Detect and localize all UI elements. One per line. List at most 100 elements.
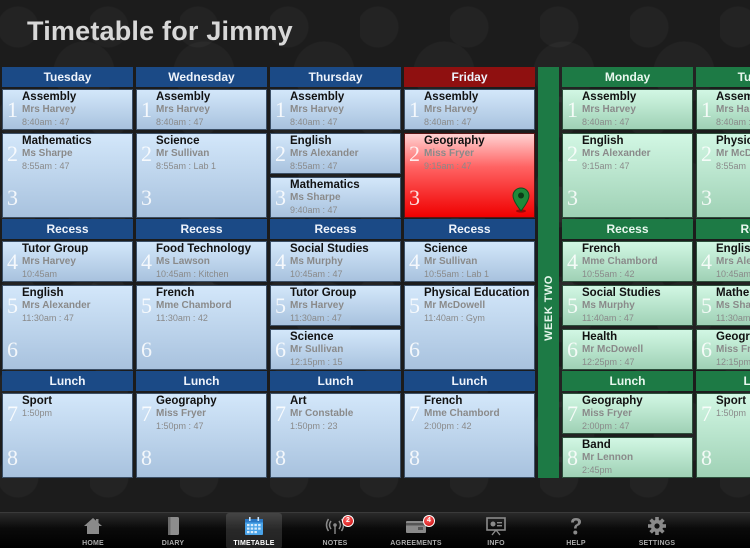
lesson-teacher: Miss Fryer <box>424 148 475 159</box>
lesson-cell[interactable]: 6 GeographyMiss Fryer 12:15pm <box>696 329 750 370</box>
lesson-cell[interactable]: 4 Tutor Group Mrs Harvey 10:45am <box>2 241 133 282</box>
lesson-cell[interactable]: 4 Food Technology Ms Lawson 10:45am : Kitch… <box>136 241 267 282</box>
lesson-cell[interactable]: 2 3 PhysicsMr McDowell 8:55am <box>696 133 750 218</box>
period-number: 6 <box>701 337 712 362</box>
lesson-cell[interactable]: 7 8 Sport 1:50pm <box>696 393 750 478</box>
tab-info[interactable]: INFO <box>468 513 524 548</box>
lunch-header: Lunch <box>270 371 401 391</box>
period-number: 2 <box>275 141 286 166</box>
lesson-time-room: 11:40am : 47 <box>582 313 634 323</box>
lesson-teacher: Mrs Harvey <box>582 104 636 115</box>
lesson-cell[interactable]: 2 3 English Mrs Alexander 9:15am : 47 <box>562 133 693 218</box>
lesson-cell[interactable]: 3 Mathematics Ms Sharpe 9:40am : 47 <box>270 177 401 218</box>
lesson-cell[interactable]: 5 Tutor Group Mrs Harvey 11:30am : 47 <box>270 285 401 326</box>
lunch-header: Lunch <box>696 371 750 391</box>
day-header[interactable]: Thursday <box>270 67 401 87</box>
lesson-cell[interactable]: 5 6 Physical Education Mr McDowell 11:40am :… <box>404 285 535 370</box>
period-number: 8 <box>701 445 712 470</box>
period-number: 7 <box>567 401 578 426</box>
lesson-cell[interactable]: 4 Social Studies Ms Murphy 10:45am : 47 <box>270 241 401 282</box>
lesson-cell[interactable]: 7 8 Geography Miss Fryer 1:50pm : 47 <box>136 393 267 478</box>
tab-label: NOTES <box>322 540 348 547</box>
lesson-time-room: 11:30am <box>716 313 750 323</box>
lesson-cell[interactable]: 8 Band Mr Lennon 2:45pm <box>562 437 693 478</box>
tab-label: DIARY <box>161 540 185 547</box>
lesson-cell[interactable]: 7 8 French Mme Chambord 2:00pm : 42 <box>404 393 535 478</box>
lesson-cell[interactable]: 2 3 Mathematics Ms Sharpe 8:55am : 47 <box>2 133 133 218</box>
day-header[interactable]: Friday <box>404 67 535 87</box>
lesson-subject: Health <box>582 331 618 343</box>
period-number: 3 <box>275 185 286 210</box>
lesson-subject: Geography <box>716 331 750 343</box>
lesson-cell[interactable]: 4 French Mme Chambord 10:55am : 42 <box>562 241 693 282</box>
lesson-cell[interactable]: 2 English Mrs Alexander 8:55am : 47 <box>270 133 401 174</box>
lesson-cell[interactable]: 4 Science Mr Sullivan 10:55am : Lab 1 <box>404 241 535 282</box>
period-number: 5 <box>141 293 152 318</box>
lesson-teacher: Mr McDowell <box>582 344 644 355</box>
lesson-time-room: 11:30am : 47 <box>290 313 342 323</box>
period-number: 7 <box>141 401 152 426</box>
lesson-teacher: Mrs Harvey <box>424 104 478 115</box>
period-number: 2 <box>7 141 18 166</box>
lesson-cell[interactable]: 1 AssemblyMrs Harvey 8:40am : 47 <box>696 89 750 130</box>
lesson-cell[interactable]: 6 Science Mr Sullivan 12:15pm : 15 <box>270 329 401 370</box>
lesson-cell[interactable]: 7 8 Sport 1:50pm <box>2 393 133 478</box>
tab-notes[interactable]: NOTES 2 <box>307 513 363 548</box>
lesson-time-room: 2:00pm : 47 <box>582 421 630 431</box>
day-header[interactable]: Wednesday <box>136 67 267 87</box>
period-number: 3 <box>409 185 420 210</box>
period-number: 5 <box>275 293 286 318</box>
day-header[interactable]: Tuesday <box>696 67 750 87</box>
period-number: 8 <box>7 445 18 470</box>
lesson-cell[interactable]: 5 MathematicsMs Sharpe 11:30am <box>696 285 750 326</box>
lesson-teacher: Mrs Alexander <box>22 300 91 311</box>
lesson-subject: Art <box>290 395 307 407</box>
period-number: 2 <box>567 141 578 166</box>
location-pin-icon[interactable] <box>512 187 530 213</box>
lesson-cell[interactable]: 5 6 English Mrs Alexander 11:30am : 47 <box>2 285 133 370</box>
lesson-cell[interactable]: 1 AssemblyMrs Harvey 8:40am : 47 <box>404 89 535 130</box>
period-number: 6 <box>409 337 420 362</box>
lesson-cell[interactable]: 6 Health Mr McDowell 12:25pm : 47 <box>562 329 693 370</box>
day-header[interactable]: Tuesday <box>2 67 133 87</box>
tab-diary[interactable]: DIARY <box>145 513 201 548</box>
lesson-teacher: Mrs Harvey <box>22 104 76 115</box>
lesson-cell[interactable]: 7 8 Art Mr Constable 1:50pm : 23 <box>270 393 401 478</box>
lesson-subject: Tutor Group <box>290 287 357 299</box>
lesson-cell[interactable]: 1 AssemblyMrs Harvey 8:40am : 47 <box>562 89 693 130</box>
tab-agreements[interactable]: AGREEMENTS 4 <box>388 513 444 548</box>
lesson-time-room: 10:45am : Kitchen <box>156 269 229 279</box>
lesson-cell[interactable]: 5 Social Studies Ms Murphy 11:40am : 47 <box>562 285 693 326</box>
question-icon <box>565 516 587 536</box>
notification-badge: 4 <box>423 515 435 527</box>
lesson-cell[interactable]: 1 AssemblyMrs Harvey 8:40am : 47 <box>2 89 133 130</box>
lesson-time-room: 8:40am : 47 <box>424 117 472 127</box>
period-number: 3 <box>7 185 18 210</box>
tab-help[interactable]: HELP <box>548 513 604 548</box>
period-number: 3 <box>567 185 578 210</box>
lesson-time-room: 10:55am : 42 <box>582 269 635 279</box>
lesson-teacher: Mr Sullivan <box>290 344 344 355</box>
tab-settings[interactable]: SETTINGS <box>629 513 685 548</box>
day-header[interactable]: Monday <box>562 67 693 87</box>
lesson-cell[interactable]: 5 6 French Mme Chambord 11:30am : 42 <box>136 285 267 370</box>
lesson-cell[interactable]: 1 AssemblyMrs Harvey 8:40am : 47 <box>136 89 267 130</box>
lesson-time-room: 8:40am : 47 <box>156 117 204 127</box>
tab-label: TIMETABLE <box>233 540 275 547</box>
lesson-subject: English <box>22 287 64 299</box>
lesson-subject: Mathematics <box>22 135 92 147</box>
tab-label: INFO <box>487 540 505 547</box>
recess-header: Recess <box>562 219 693 239</box>
lesson-cell[interactable]: 4 EnglishMrs Alexander 10:45am <box>696 241 750 282</box>
lesson-subject: Geography <box>582 395 643 407</box>
period-number: 2 <box>409 141 420 166</box>
lesson-time-room: 10:45am <box>716 269 750 279</box>
lesson-cell[interactable]: 1 AssemblyMrs Harvey 8:40am : 47 <box>270 89 401 130</box>
lesson-cell[interactable]: 2 3 Science Mr Sullivan 8:55am : Lab 1 <box>136 133 267 218</box>
tab-timetable[interactable]: TIMETABLE <box>226 513 282 548</box>
lesson-cell[interactable]: 7 Geography Miss Fryer 2:00pm : 47 <box>562 393 693 434</box>
tab-home[interactable]: HOME <box>65 513 121 548</box>
lesson-time-room: 8:40am : 47 <box>290 117 338 127</box>
lesson-cell-current[interactable]: 2 3 Geography Miss Fryer 9:15am : 47 <box>404 133 535 218</box>
period-number: 5 <box>7 293 18 318</box>
